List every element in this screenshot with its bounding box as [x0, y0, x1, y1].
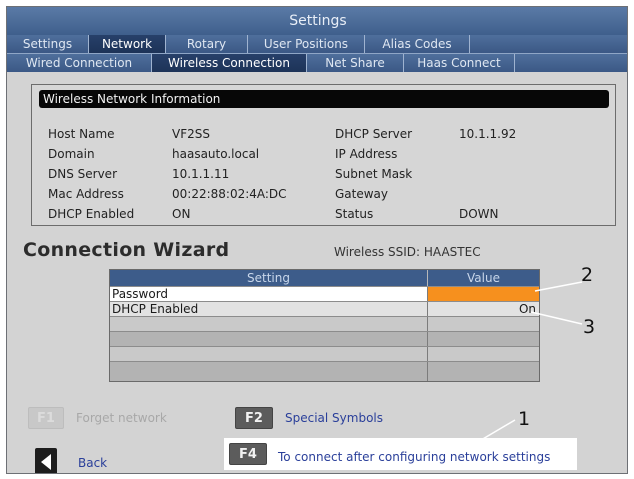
callout-1: 1: [518, 408, 531, 430]
callout-2: 2: [581, 264, 594, 286]
callout-3: 3: [583, 316, 596, 338]
callout-2-leader: [534, 281, 583, 292]
callout-3-leader: [530, 311, 583, 325]
callout-1-leader: [475, 419, 516, 444]
callout-leader-lines: [475, 281, 583, 444]
